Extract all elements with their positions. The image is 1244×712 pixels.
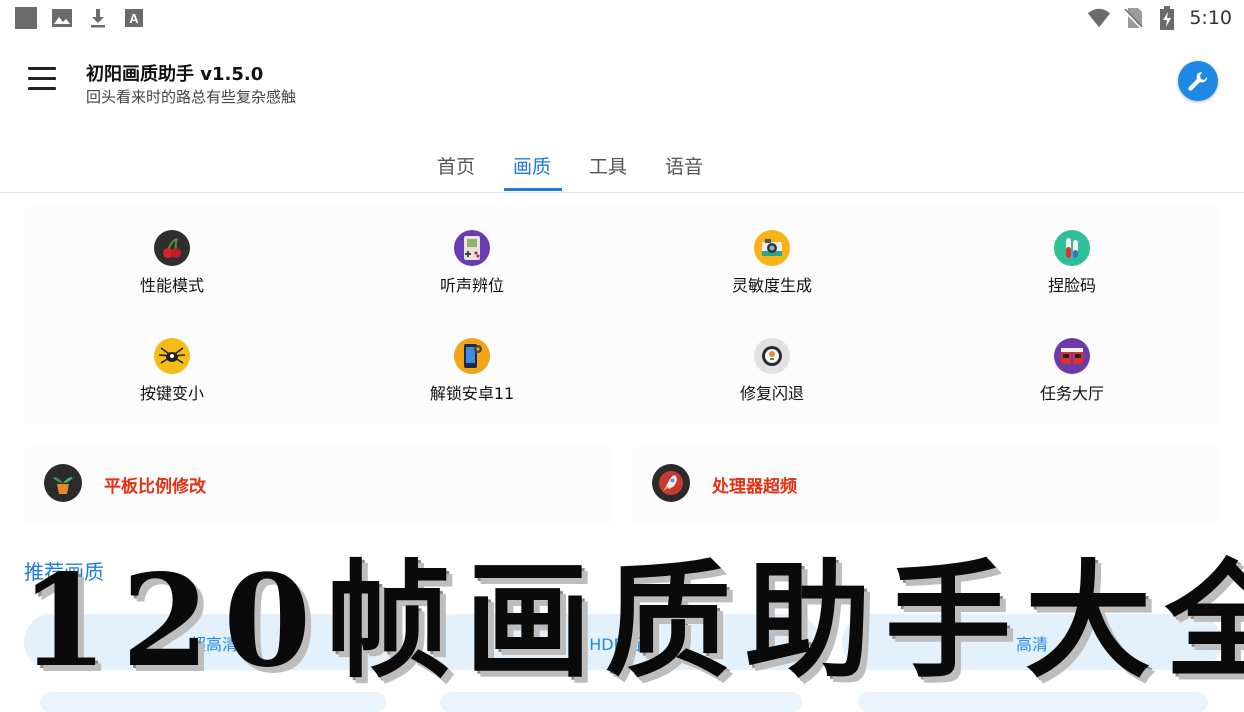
grid-item-label: 性能模式 (139, 276, 204, 295)
preset-hdr-button[interactable]: HDR画质 (426, 614, 820, 670)
plant-pot-icon (44, 464, 82, 502)
feature-grid: 性能模式 听声辨位 灵敏度生成 捏脸码 按键变小 解锁安卓11 修复闪退 任务大… (24, 206, 1220, 424)
mailbox-icon (1054, 338, 1090, 374)
preset-label: HDR画质 (589, 635, 657, 654)
grid-item-fix-crash[interactable]: 修复闪退 (672, 338, 872, 404)
svg-text:A: A (129, 11, 139, 26)
tab-bar: 首页 画质 工具 语音 (0, 140, 1244, 193)
hamburger-menu-icon[interactable] (28, 67, 56, 91)
grid-item-label: 捏脸码 (1047, 276, 1096, 295)
tab-active-indicator (504, 188, 562, 191)
gameboy-icon (454, 230, 490, 266)
rocket-icon (652, 464, 690, 502)
text-a-icon: A (122, 6, 146, 30)
app-square-icon (14, 6, 38, 30)
status-right-icons: 5:10 (1087, 6, 1232, 30)
battery-charging-icon (1155, 6, 1179, 30)
grid-item-label: 修复闪退 (739, 384, 804, 403)
tab-tools[interactable]: 工具 (589, 152, 627, 179)
wifi-icon (1087, 6, 1111, 30)
download-icon (86, 6, 110, 30)
grid-item-unlock-android11[interactable]: 解锁安卓11 (372, 338, 572, 404)
tab-voice[interactable]: 语音 (665, 152, 703, 179)
status-bar: A 5:10 (0, 0, 1244, 36)
phone-settings-icon (454, 338, 490, 374)
feature-cpu-overclock[interactable]: 处理器超频 (632, 446, 1220, 524)
status-time: 5:10 (1189, 7, 1232, 29)
test-tube-icon (1054, 230, 1090, 266)
wrench-button[interactable] (1178, 61, 1218, 101)
tab-home[interactable]: 首页 (437, 152, 475, 179)
preset-ultra-hd-button[interactable]: 超高清 (24, 614, 404, 670)
app-title: 初阳画质助手 v1.5.0 (86, 64, 264, 85)
feature-label: 处理器超频 (712, 477, 797, 497)
grid-item-face-code[interactable]: 捏脸码 (972, 230, 1172, 296)
feature-tablet-ratio[interactable]: 平板比例修改 (24, 446, 614, 524)
preset-row-partial (858, 692, 1208, 712)
no-sim-icon (1121, 6, 1145, 30)
grid-item-sensitivity-generator[interactable]: 灵敏度生成 (672, 230, 872, 296)
preset-hd-button[interactable]: 高清 (842, 614, 1222, 670)
grid-item-label: 灵敏度生成 (731, 276, 812, 295)
preset-label: 超高清 (189, 635, 238, 654)
preset-label: 高清 (1015, 635, 1048, 654)
grid-item-label: 任务大厅 (1039, 384, 1104, 403)
grid-item-label: 听声辨位 (439, 276, 504, 295)
feature-label: 平板比例修改 (104, 477, 206, 497)
promo-banner-text: 120帧画质助手大全 (20, 547, 1244, 695)
sushi-icon (754, 338, 790, 374)
grid-item-smaller-buttons[interactable]: 按键变小 (72, 338, 272, 404)
grid-item-task-hall[interactable]: 任务大厅 (972, 338, 1172, 404)
spider-icon (154, 338, 190, 374)
preset-row-partial (40, 692, 386, 712)
grid-item-performance-mode[interactable]: 性能模式 (72, 230, 272, 296)
preset-row-partial (440, 692, 802, 712)
wrench-icon (1188, 71, 1208, 91)
app-subtitle: 回头看来时的路总有些复杂感触 (86, 88, 297, 106)
section-title-recommended: 推荐画质 (24, 560, 104, 584)
image-icon (50, 6, 74, 30)
app-bar: 初阳画质助手 v1.5.0 回头看来时的路总有些复杂感触 (0, 48, 1244, 118)
cherry-icon (154, 230, 190, 266)
status-left-icons: A (14, 6, 146, 30)
grid-item-label: 解锁安卓11 (429, 384, 515, 403)
grid-item-label: 按键变小 (139, 384, 204, 403)
grid-item-sound-position[interactable]: 听声辨位 (372, 230, 572, 296)
tab-quality[interactable]: 画质 (513, 152, 551, 179)
camera-icon (754, 230, 790, 266)
